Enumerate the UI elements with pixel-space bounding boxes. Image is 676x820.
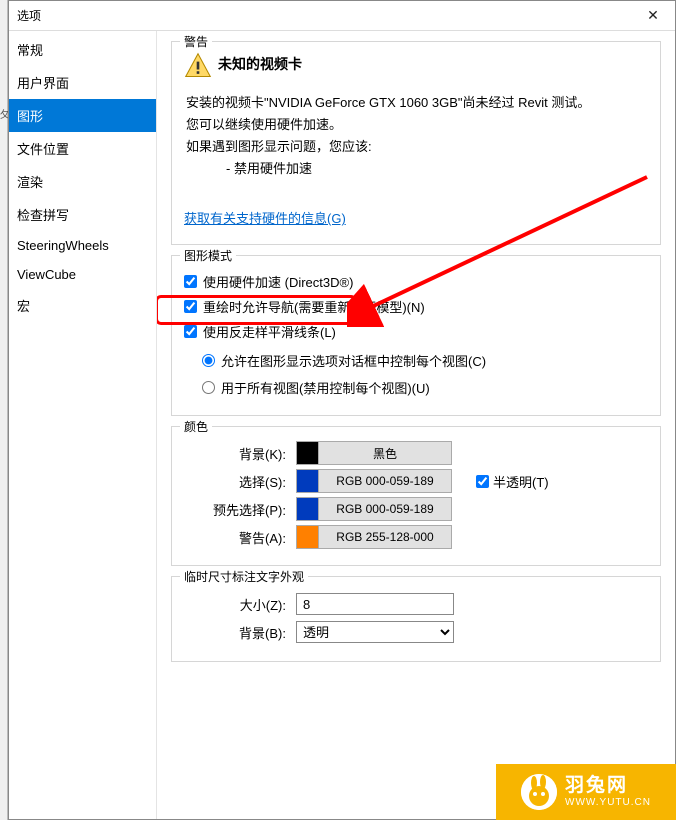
- sidebar-item-render[interactable]: 渲染: [9, 165, 156, 198]
- warning-group-title: 警告: [180, 33, 212, 50]
- bg-color-row: 背景(K): 黑色: [184, 441, 648, 465]
- sel-color-name: RGB 000-059-189: [319, 474, 451, 488]
- dim-size-input[interactable]: [296, 593, 454, 615]
- temp-dim-group: 临时尺寸标注文字外观 大小(Z): 背景(B): 透明: [171, 576, 661, 662]
- strip-char-1: 攵: [0, 106, 7, 121]
- close-button[interactable]: ✕: [631, 1, 675, 31]
- close-icon: ✕: [647, 7, 659, 24]
- per-view-radio[interactable]: [202, 354, 215, 367]
- logo-en: WWW.YUTU.CN: [565, 797, 651, 808]
- per-view-radio-label: 允许在图形显示选项对话框中控制每个视图(C): [221, 351, 486, 370]
- all-views-radio-row[interactable]: 用于所有视图(禁用控制每个视图)(U): [202, 378, 648, 397]
- warn-line2: 您可以继续使用硬件加速。: [186, 114, 648, 136]
- logo-bunny-icon: [521, 774, 557, 810]
- graphics-mode-group-title: 图形模式: [180, 247, 236, 264]
- antialias-checkbox[interactable]: [184, 325, 197, 338]
- options-dialog: 选项 ✕ 常规 用户界面 图形 文件位置 渲染 检查拼写 SteeringWhe…: [8, 0, 676, 820]
- warning-body: 安装的视频卡"NVIDIA GeForce GTX 1060 3GB"尚未经过 …: [186, 92, 648, 180]
- content-panel: 警告 未知的视频卡 安装的视频卡"NVIDIA GeForce GTX 1060…: [157, 31, 675, 819]
- presel-color-swatch: [297, 498, 319, 520]
- semi-transparent-label: 半透明(T): [493, 472, 549, 491]
- warn-color-name: RGB 255-128-000: [319, 530, 451, 544]
- category-sidebar: 常规 用户界面 图形 文件位置 渲染 检查拼写 SteeringWheels V…: [9, 31, 157, 819]
- warning-header: 未知的视频卡: [184, 52, 648, 80]
- sel-color-label: 选择(S):: [184, 472, 290, 491]
- all-views-radio-label: 用于所有视图(禁用控制每个视图)(U): [221, 378, 430, 397]
- warn-color-row: 警告(A): RGB 255-128-000: [184, 525, 648, 549]
- sidebar-item-spellcheck[interactable]: 检查拼写: [9, 198, 156, 231]
- bg-color-name: 黑色: [319, 445, 451, 462]
- dim-bg-label: 背景(B):: [184, 623, 290, 642]
- per-view-radio-row[interactable]: 允许在图形显示选项对话框中控制每个视图(C): [202, 351, 648, 370]
- warn-color-swatch: [297, 526, 319, 548]
- colors-group-title: 颜色: [180, 418, 212, 435]
- logo-cn: 羽兔网: [565, 776, 651, 797]
- watermark-logo: 羽兔网 WWW.YUTU.CN: [496, 764, 676, 820]
- warning-icon: [184, 52, 212, 80]
- bg-color-label: 背景(K):: [184, 444, 290, 463]
- hardware-info-link[interactable]: 获取有关支持硬件的信息(G): [184, 211, 346, 226]
- titlebar: 选项 ✕: [9, 1, 675, 31]
- presel-color-label: 预先选择(P):: [184, 500, 290, 519]
- dim-bg-row: 背景(B): 透明: [184, 621, 648, 643]
- warn-color-label: 警告(A):: [184, 528, 290, 547]
- hardware-info-link-row: 获取有关支持硬件的信息(G): [184, 208, 648, 228]
- warn-line1: 安装的视频卡"NVIDIA GeForce GTX 1060 3GB"尚未经过 …: [186, 92, 648, 114]
- bg-color-swatch: [297, 442, 319, 464]
- colors-group: 颜色 背景(K): 黑色 选择(S): RGB 000-059-189: [171, 426, 661, 566]
- antialias-row[interactable]: 使用反走样平滑线条(L): [184, 322, 648, 341]
- redraw-nav-checkbox[interactable]: [184, 300, 197, 313]
- hw-accel-checkbox[interactable]: [184, 275, 197, 288]
- bg-color-button[interactable]: 黑色: [296, 441, 452, 465]
- sidebar-item-macros[interactable]: 宏: [9, 289, 156, 322]
- sidebar-item-ui[interactable]: 用户界面: [9, 66, 156, 99]
- presel-color-name: RGB 000-059-189: [319, 502, 451, 516]
- warning-group: 警告 未知的视频卡 安装的视频卡"NVIDIA GeForce GTX 1060…: [171, 41, 661, 245]
- presel-color-button[interactable]: RGB 000-059-189: [296, 497, 452, 521]
- logo-text: 羽兔网 WWW.YUTU.CN: [565, 776, 651, 808]
- warn-color-button[interactable]: RGB 255-128-000: [296, 525, 452, 549]
- presel-color-row: 预先选择(P): RGB 000-059-189: [184, 497, 648, 521]
- sidebar-item-general[interactable]: 常规: [9, 33, 156, 66]
- sidebar-item-graphics[interactable]: 图形: [9, 99, 156, 132]
- redraw-nav-label: 重绘时允许导航(需要重新打开模型)(N): [203, 297, 425, 316]
- hw-accel-row[interactable]: 使用硬件加速 (Direct3D®): [184, 272, 648, 291]
- dialog-body: 常规 用户界面 图形 文件位置 渲染 检查拼写 SteeringWheels V…: [9, 31, 675, 819]
- sel-color-button[interactable]: RGB 000-059-189: [296, 469, 452, 493]
- sidebar-item-file-locations[interactable]: 文件位置: [9, 132, 156, 165]
- dialog-title: 选项: [17, 7, 41, 24]
- redraw-nav-row[interactable]: 重绘时允许导航(需要重新打开模型)(N): [184, 297, 648, 316]
- warning-title: 未知的视频卡: [218, 52, 302, 74]
- dim-size-label: 大小(Z):: [184, 595, 290, 614]
- left-app-strip: 攵: [0, 0, 8, 820]
- temp-dim-group-title: 临时尺寸标注文字外观: [180, 568, 308, 585]
- dim-bg-select[interactable]: 透明: [296, 621, 454, 643]
- semi-transparent-checkbox[interactable]: [476, 475, 489, 488]
- dim-size-row: 大小(Z):: [184, 593, 648, 615]
- hw-accel-label: 使用硬件加速 (Direct3D®): [203, 272, 353, 291]
- warn-line4: - 禁用硬件加速: [226, 158, 648, 180]
- graphics-mode-group: 图形模式 使用硬件加速 (Direct3D®) 重绘时允许导航(需要重新打开模型…: [171, 255, 661, 416]
- sidebar-item-steeringwheels[interactable]: SteeringWheels: [9, 231, 156, 260]
- semi-transparent-row[interactable]: 半透明(T): [476, 472, 549, 491]
- antialias-label: 使用反走样平滑线条(L): [203, 322, 336, 341]
- sel-color-swatch: [297, 470, 319, 492]
- all-views-radio[interactable]: [202, 381, 215, 394]
- sidebar-item-viewcube[interactable]: ViewCube: [9, 260, 156, 289]
- sel-color-row: 选择(S): RGB 000-059-189 半透明(T): [184, 469, 648, 493]
- warn-line3: 如果遇到图形显示问题，您应该:: [186, 136, 648, 158]
